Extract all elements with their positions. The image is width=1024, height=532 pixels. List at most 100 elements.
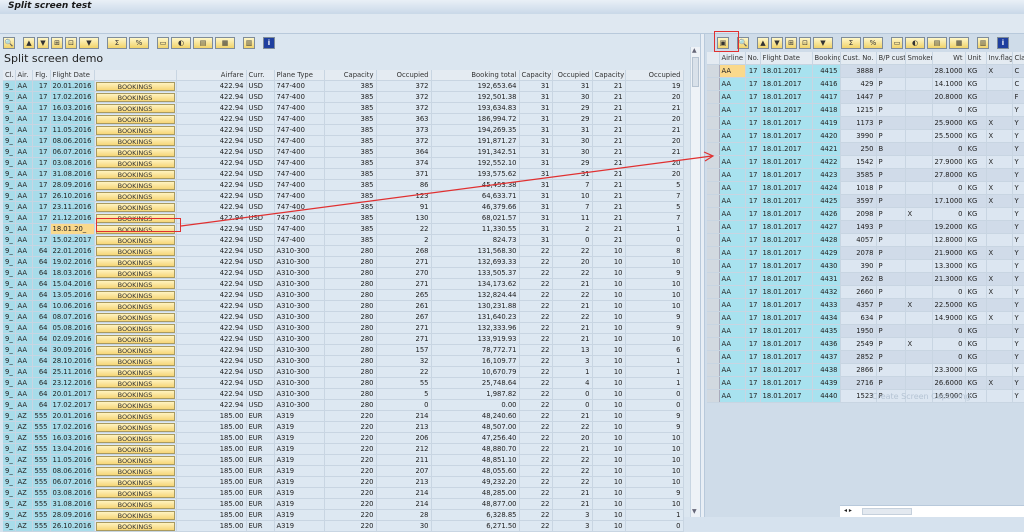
column-header[interactable]: Capacity [592,70,626,82]
table-row[interactable]: 9_ AA 64 30.09.2016 BOOKINGS 422.94 USD A310-30… [3,344,684,357]
column-header[interactable]: Capacity [324,70,377,82]
row-selector[interactable] [707,220,720,234]
table-row[interactable]: AA 17 18.01.2017 4421 250 B 0 KG Y [707,142,1024,156]
subtotal-icon[interactable]: % [129,37,149,49]
row-selector[interactable] [707,259,720,273]
bookings-button[interactable]: BOOKINGS [95,92,175,102]
bookings-button[interactable]: BOOKINGS [95,499,175,509]
table-row[interactable]: AA 17 18.01.2017 4425 3597 P 17.1000 KG X Y [707,194,1024,208]
table-row[interactable]: 9_ AA 17 17.02.2016 BOOKINGS 422.94 USD 747-400… [3,91,684,104]
bookings-button[interactable]: BOOKINGS [95,488,175,498]
column-header[interactable]: Plane Type [274,70,325,82]
bookings-button[interactable]: BOOKINGS [95,180,175,190]
column-header[interactable]: Flight Date [760,52,813,65]
bookings-button[interactable]: BOOKINGS [95,466,175,476]
table-row[interactable]: AA 17 18.01.2017 4419 1173 P 25.9000 KG X Y [707,116,1024,130]
table-row[interactable]: AA 17 18.01.2017 4439 2716 P 26.6000 KG X Y [707,376,1024,390]
views-icon[interactable]: ◐ [905,37,925,49]
column-header[interactable]: Booking total [431,70,520,82]
find-next-icon[interactable]: ⊡ [65,37,77,49]
table-row[interactable]: AA 17 18.01.2017 4416 429 P 14.1000 KG C [707,77,1024,91]
column-header[interactable] [94,70,177,82]
table-row[interactable]: AA 17 18.01.2017 4426 2098 P X 0 KG Y [707,207,1024,221]
bookings-button[interactable]: BOOKINGS [95,125,175,135]
sum-icon[interactable]: Σ [107,37,127,49]
bookings-button[interactable]: BOOKINGS [95,246,175,256]
row-selector[interactable] [707,181,720,195]
row-selector[interactable] [707,363,720,377]
row-selector[interactable] [707,64,720,78]
export-icon[interactable]: ▤ [927,37,947,49]
table-row[interactable]: AA 17 18.01.2017 4428 4057 P 12.8000 KG Y [707,233,1024,247]
bookings-button[interactable]: BOOKINGS [95,334,175,344]
row-selector[interactable] [707,207,720,221]
column-header[interactable]: Flight Date [50,70,95,82]
find-icon[interactable]: ⊞ [51,37,63,49]
column-header[interactable]: Inv.flag [986,52,1013,65]
layout-icon[interactable]: ▦ [215,37,235,49]
scroll-thumb[interactable] [862,508,912,515]
table-row[interactable]: 9_ AA 64 19.02.2016 BOOKINGS 422.94 USD A310-30… [3,256,684,269]
table-row[interactable]: 9_ AA 64 22.01.2016 BOOKINGS 422.94 USD A310-30… [3,245,684,258]
table-row[interactable]: 9_ AZ 555 03.08.2016 BOOKINGS 185.00 EUR A319 22… [3,487,684,500]
print-icon[interactable]: ▭ [891,37,903,49]
bookings-button[interactable]: BOOKINGS [95,400,175,410]
row-selector[interactable] [707,311,720,325]
bookings-button[interactable]: BOOKINGS [95,103,175,113]
row-selector[interactable] [707,155,720,169]
table-row[interactable]: 9_ AZ 555 17.02.2016 BOOKINGS 185.00 EUR A319 22… [3,421,684,434]
table-row[interactable]: AA 17 18.01.2017 4437 2852 P 0 KG Y [707,350,1024,364]
row-selector[interactable] [707,389,720,403]
table-row[interactable]: AA 17 18.01.2017 4418 1215 P 0 KG Y [707,103,1024,117]
column-header[interactable]: Curr. [246,70,275,82]
column-header[interactable]: Cla [1012,52,1024,65]
column-header[interactable]: Airline [719,52,746,65]
table-row[interactable]: 9_ AA 17 13.04.2016 BOOKINGS 422.94 USD 747-400… [3,113,684,126]
column-header[interactable]: Occupied [376,70,432,82]
table-row[interactable]: AA 17 18.01.2017 4427 1493 P 19.2000 KG Y [707,220,1024,234]
sort-desc-icon[interactable]: ▼ [771,37,783,49]
right-horizontal-scrollbar[interactable]: ◂ ▸ [840,505,1024,517]
table-row[interactable]: AA 17 18.01.2017 4432 2660 P 0 KG X Y [707,285,1024,299]
table-row[interactable]: 9_ AZ 555 20.01.2016 BOOKINGS 185.00 EUR A319 22… [3,410,684,423]
row-selector[interactable] [707,77,720,91]
table-row[interactable]: 9_ AA 17 26.10.2016 BOOKINGS 422.94 USD 747-400… [3,190,684,203]
column-header[interactable]: Airfare [176,70,247,82]
sort-asc-icon[interactable]: ▲ [757,37,769,49]
table-row[interactable]: AA 17 18.01.2017 4433 4357 P X 22.5000 KG Y [707,298,1024,312]
table-row[interactable]: 9_ AA 17 20.01.2016 BOOKINGS 422.94 USD 747-400… [3,80,684,93]
graphic-icon[interactable]: ▥ [243,37,255,49]
table-row[interactable]: 9_ AZ 555 31.08.2016 BOOKINGS 185.00 EUR A319 22… [3,498,684,511]
row-selector[interactable] [707,350,720,364]
table-row[interactable]: 9_ AZ 555 26.10.2016 BOOKINGS 185.00 EUR A319 22… [3,520,684,532]
row-selector[interactable] [707,376,720,390]
table-row[interactable]: AA 17 18.01.2017 4436 2549 P X 0 KG Y [707,337,1024,351]
print-icon[interactable]: ▭ [157,37,169,49]
table-row[interactable]: 9_ AA 64 17.02.2017 BOOKINGS 422.94 USD A310-30… [3,399,684,412]
scroll-up-icon[interactable]: ▲ [692,47,697,54]
table-row[interactable]: 9_ AA 64 15.04.2016 BOOKINGS 422.94 USD A310-30… [3,278,684,291]
row-selector[interactable] [707,272,720,286]
table-row[interactable]: AA 17 18.01.2017 4429 2078 P 21.9000 KG X Y [707,246,1024,260]
bookings-button[interactable]: BOOKINGS [95,367,175,377]
row-selector[interactable] [707,90,720,104]
bookings-button[interactable]: BOOKINGS [95,510,175,520]
scroll-down-icon[interactable]: ▼ [692,508,697,515]
table-row[interactable]: 9_ AA 17 16.03.2016 BOOKINGS 422.94 USD 747-400… [3,102,684,115]
table-row[interactable]: AA 17 18.01.2017 4431 262 B 21.3000 KG X Y [707,272,1024,286]
table-row[interactable]: 9_ AA 64 02.09.2016 BOOKINGS 422.94 USD A310-30… [3,333,684,346]
row-selector[interactable] [707,324,720,338]
bookings-button[interactable]: BOOKINGS [95,356,175,366]
row-selector[interactable] [707,285,720,299]
table-row[interactable]: 9_ AA 17 08.06.2016 BOOKINGS 422.94 USD 747-400… [3,135,684,148]
bookings-button[interactable]: BOOKINGS [95,521,175,531]
row-selector[interactable] [707,194,720,208]
bookings-button[interactable]: BOOKINGS [95,147,175,157]
bookings-button[interactable]: BOOKINGS [95,169,175,179]
column-header[interactable]: Wt [932,52,966,65]
table-row[interactable]: 9_ AZ 555 13.04.2016 BOOKINGS 185.00 EUR A319 22… [3,443,684,456]
table-row[interactable]: 9_ AA 17 15.02.2017 BOOKINGS 422.94 USD 747-400… [3,234,684,247]
bookings-button[interactable]: BOOKINGS [95,136,175,146]
column-header[interactable]: Capacity [519,70,553,82]
filter-icon[interactable]: ▼ [813,37,833,49]
